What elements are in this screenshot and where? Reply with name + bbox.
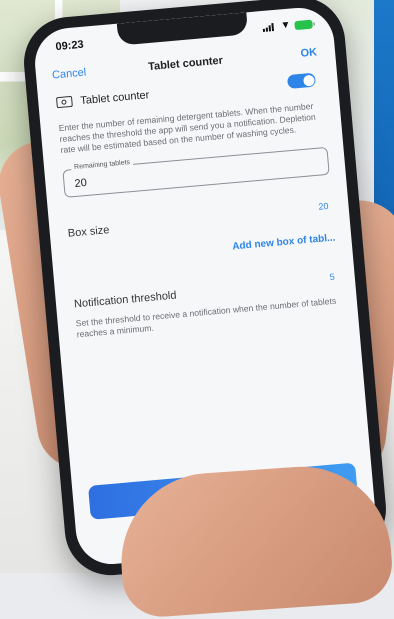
tablet-counter-label: Tablet counter [79,89,150,108]
box-size-value[interactable]: 20 [318,201,329,212]
status-icons: ▼ [262,19,313,33]
remaining-tablets-label: Remaining tablets [70,158,134,172]
battery-icon [294,19,313,30]
notification-threshold-label: Notification threshold [73,289,177,311]
phone-notch [116,12,249,46]
box-size-label: Box size [67,224,110,240]
signal-icon [262,23,277,32]
remaining-tablets-input[interactable]: 20 [74,177,87,190]
cancel-button[interactable]: Cancel [52,67,87,82]
tablet-counter-toggle[interactable] [286,72,317,90]
notification-threshold-value[interactable]: 5 [329,272,335,282]
wifi-icon: ▼ [280,19,292,32]
tablet-icon [55,95,73,109]
settings-content: Tablet counter Enter the number of remai… [55,72,342,340]
remaining-tablets-field[interactable]: Remaining tablets 20 [62,146,330,198]
status-time: 09:23 [55,38,85,54]
ok-nav-button[interactable]: OK [300,46,317,59]
toggle-knob [302,74,315,87]
